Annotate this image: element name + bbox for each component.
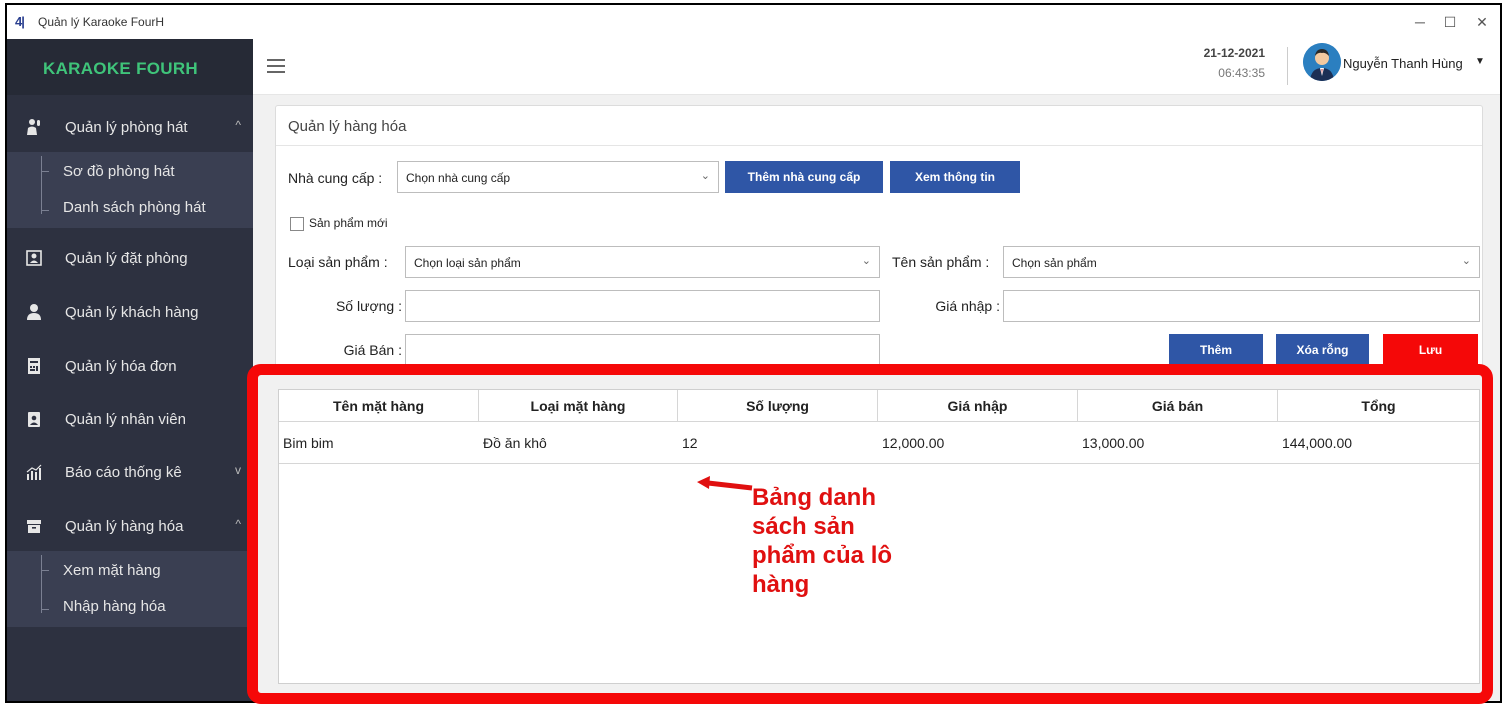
column-header[interactable]: Loại mặt hàng (479, 390, 678, 422)
caret-down-icon[interactable]: ▼ (1475, 56, 1485, 67)
annotation-line: phẩm của lô (752, 542, 893, 569)
panel-title: Quản lý hàng hóa (288, 118, 407, 135)
window-title: Quản lý Karaoke FourH (38, 15, 165, 29)
chart-icon (26, 464, 42, 480)
product-type-label: Loại sản phẩm : (288, 254, 388, 270)
annotation-line: sách sản (752, 513, 855, 540)
sidebar-subitem-room-map[interactable]: Sơ đồ phòng hát (7, 154, 253, 190)
table-cell: Đồ ăn khô (479, 422, 678, 464)
sidebar-subitem-import-goods[interactable]: Nhập hàng hóa (7, 589, 253, 625)
booking-icon (26, 250, 42, 266)
table-cell: 144,000.00 (1278, 422, 1479, 464)
chevron-up-icon: ^ (235, 517, 241, 531)
brand: KARAOKE FOURH (7, 39, 253, 95)
sidebar-item-label: Báo cáo thống kê (65, 464, 182, 481)
panel-header: Quản lý hàng hóa (276, 106, 1482, 146)
sidebar-item-label: Quản lý phòng hát (65, 119, 188, 136)
supplier-select[interactable]: Chọn nhà cung cấp ⌄ (397, 161, 719, 193)
sidebar-item-goods[interactable]: Quản lý hàng hóa ^ (7, 503, 253, 551)
title-bar: 4| Quản lý Karaoke FourH ─ ☐ ✕ (7, 5, 1500, 39)
column-header[interactable]: Giá nhập (878, 390, 1078, 422)
sidebar-item-label: Quản lý hàng hóa (65, 518, 184, 535)
sidebar-item-invoices[interactable]: Quản lý hóa đơn (7, 343, 253, 391)
current-time: 06:43:35 (1218, 66, 1265, 80)
box-icon (27, 520, 41, 533)
product-type-select[interactable]: Chọn loại sản phẩm ⌄ (405, 246, 880, 278)
subitem-label: Xem mặt hàng (63, 562, 161, 579)
sidebar-item-staff[interactable]: Quản lý nhân viên (7, 396, 253, 444)
subitem-label: Nhập hàng hóa (63, 598, 166, 615)
user-avatar-icon (1303, 43, 1341, 81)
table-cell: Bim bim (279, 422, 479, 464)
new-product-checkbox[interactable] (290, 217, 304, 231)
column-header[interactable]: Tên mặt hàng (279, 390, 479, 422)
header-divider (1287, 47, 1288, 85)
new-product-label: Sản phẩm mới (309, 216, 388, 230)
sale-price-label: Giá Bán : (343, 342, 402, 358)
annotation-line: hàng (752, 571, 810, 598)
table-cell: 12,000.00 (878, 422, 1078, 464)
product-name-value: Chọn sản phẩm (1012, 256, 1097, 270)
sidebar-item-booking[interactable]: Quản lý đặt phòng (7, 235, 253, 283)
brand-name: KARAOKE FOURH (43, 59, 199, 78)
badge-icon (28, 412, 40, 427)
annotation-arrow-icon (697, 476, 753, 491)
table-cell: 12 (678, 422, 878, 464)
sidebar-item-customers[interactable]: Quản lý khách hàng (7, 289, 253, 337)
save-button[interactable]: Lưu (1383, 334, 1478, 366)
product-name-select[interactable]: Chọn sản phẩm ⌄ (1003, 246, 1480, 278)
add-button[interactable]: Thêm (1169, 334, 1263, 366)
hamburger-menu-icon[interactable] (267, 59, 285, 73)
top-header: 21-12-2021 06:43:35 Nguyễn Thanh Hùng ▼ (253, 39, 1500, 95)
close-button[interactable]: ✕ (1467, 11, 1497, 33)
chevron-up-icon: ^ (235, 118, 241, 132)
product-name-label: Tên sản phẩm : (892, 254, 990, 270)
column-header[interactable]: Tổng (1278, 390, 1479, 422)
avatar[interactable] (1303, 43, 1341, 81)
microphone-singer-icon (27, 119, 40, 135)
chevron-down-icon: ⌄ (700, 170, 710, 182)
submenu-goods: Xem mặt hàng Nhập hàng hóa (7, 551, 253, 627)
current-date: 21-12-2021 (1203, 46, 1265, 60)
user-name[interactable]: Nguyễn Thanh Hùng (1343, 56, 1463, 71)
maximize-button[interactable]: ☐ (1435, 11, 1465, 33)
add-supplier-button[interactable]: Thêm nhà cung cấp (725, 161, 883, 193)
invoice-icon (28, 358, 40, 374)
annotation-line: Bảng danh (752, 484, 876, 511)
clear-button[interactable]: Xóa rỗng (1276, 334, 1369, 366)
sidebar-subitem-room-list[interactable]: Danh sách phòng hát (7, 190, 253, 226)
annotation-note: Bảng danh sách sản phẩm của lô hàng (752, 483, 942, 599)
chevron-down-icon: ⌄ (1461, 255, 1471, 267)
sidebar-item-reports[interactable]: Báo cáo thống kê v (7, 449, 253, 497)
supplier-label: Nhà cung cấp : (288, 170, 383, 186)
chevron-down-icon: v (235, 463, 241, 477)
column-header[interactable]: Giá bán (1078, 390, 1278, 422)
column-header[interactable]: Số lượng (678, 390, 878, 422)
chevron-down-icon: ⌄ (861, 255, 871, 267)
user-icon (27, 304, 41, 320)
import-price-input[interactable] (1003, 290, 1480, 322)
goods-form-panel: Quản lý hàng hóa Nhà cung cấp : Chọn nhà… (275, 105, 1483, 375)
sidebar: KARAOKE FOURH Quản lý phòng hát ^ Sơ đồ … (7, 39, 253, 701)
sidebar-subitem-view-goods[interactable]: Xem mặt hàng (7, 553, 253, 589)
app-logo: 4| (15, 14, 25, 29)
table-cell: 13,000.00 (1078, 422, 1278, 464)
view-info-button[interactable]: Xem thông tin (890, 161, 1020, 193)
product-type-value: Chọn loại sản phẩm (414, 256, 521, 270)
sidebar-item-label: Quản lý nhân viên (65, 411, 186, 428)
import-price-label: Giá nhập : (935, 298, 1000, 314)
submenu-room: Sơ đồ phòng hát Danh sách phòng hát (7, 152, 253, 228)
sidebar-item-room[interactable]: Quản lý phòng hát ^ (7, 104, 253, 152)
subitem-label: Sơ đồ phòng hát (63, 163, 175, 180)
quantity-label: Số lượng : (335, 298, 402, 314)
minimize-button[interactable]: ─ (1405, 11, 1435, 33)
supplier-select-value: Chọn nhà cung cấp (406, 171, 511, 185)
subitem-label: Danh sách phòng hát (63, 199, 206, 216)
sidebar-item-label: Quản lý đặt phòng (65, 250, 188, 267)
sidebar-item-label: Quản lý hóa đơn (65, 358, 177, 375)
quantity-input[interactable] (405, 290, 880, 322)
sale-price-input[interactable] (405, 334, 880, 366)
sidebar-item-label: Quản lý khách hàng (65, 304, 199, 321)
